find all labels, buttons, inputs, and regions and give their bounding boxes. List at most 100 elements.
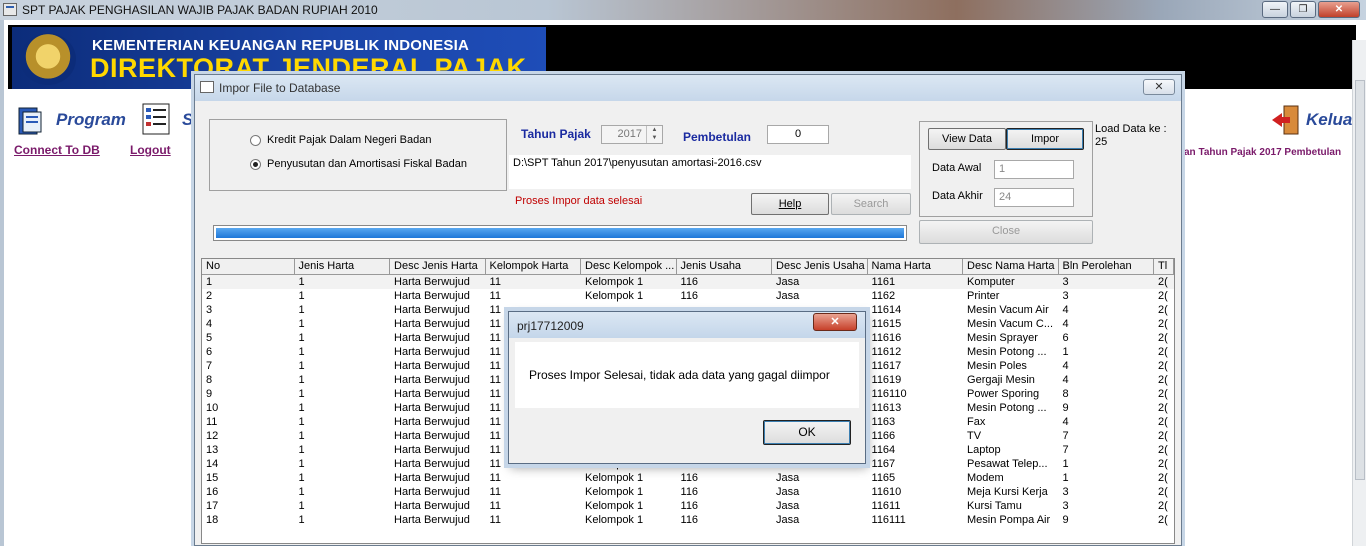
table-cell: 1 xyxy=(298,500,305,512)
table-cell: 2( xyxy=(1158,388,1168,400)
table-cell: 7 xyxy=(1062,430,1069,442)
setup-menu[interactable]: S xyxy=(182,110,193,130)
radio-penyusutan[interactable]: Penyusutan dan Amortisasi Fiskal Badan xyxy=(250,158,467,170)
table-cell: 4 xyxy=(1062,360,1069,372)
view-data-button[interactable]: View Data xyxy=(928,128,1006,150)
table-cell: Mesin Vacum Air xyxy=(967,304,1049,316)
data-akhir-field[interactable]: 24 xyxy=(994,188,1074,207)
close-dialog-button[interactable]: Close xyxy=(919,220,1093,244)
table-cell: 116 xyxy=(680,486,699,498)
table-cell: Meja Kursi Kerja xyxy=(967,486,1048,498)
table-cell: Harta Berwujud xyxy=(394,332,470,344)
table-row[interactable]: 18 1 Harta Berwujud 11 Kelompok 1 116 Jasa 1161… xyxy=(202,513,1174,527)
close-button[interactable]: ✕ xyxy=(1318,1,1360,18)
table-cell: Pesawat Telep... xyxy=(967,458,1048,470)
program-menu[interactable]: Program xyxy=(56,110,126,130)
exit-icon[interactable] xyxy=(1270,104,1302,136)
dialog-close-icon[interactable]: ✕ xyxy=(1143,79,1175,95)
table-cell: Kelompok 1 xyxy=(585,290,644,302)
table-cell: 1167 xyxy=(871,458,896,470)
table-cell: Harta Berwujud xyxy=(394,290,470,302)
table-cell: Laptop xyxy=(967,444,1001,456)
grid-column-header[interactable]: Bln Perolehan xyxy=(1059,259,1155,274)
maximize-button[interactable]: ❐ xyxy=(1290,1,1316,18)
grid-column-header[interactable]: No xyxy=(202,259,295,274)
scrollbar-thumb[interactable] xyxy=(1355,80,1365,480)
impor-button[interactable]: Impor xyxy=(1006,128,1084,150)
radio-kredit-indicator[interactable] xyxy=(250,134,261,146)
grid-column-header[interactable]: Desc Jenis Usaha xyxy=(772,259,868,274)
ministry-name: KEMENTERIAN KEUANGAN REPUBLIK INDONESIA xyxy=(92,37,469,54)
grid-column-header[interactable]: Desc Kelompok ... xyxy=(581,259,677,274)
table-cell: 9 xyxy=(1062,402,1069,414)
tax-year-status: an Tahun Pajak 2017 Pembetulan xyxy=(1184,147,1342,158)
help-button[interactable]: Help xyxy=(751,193,829,215)
dialog-title: Impor File to Database xyxy=(219,81,341,95)
grid-column-header[interactable]: Kelompok Harta xyxy=(486,259,582,274)
connect-to-db-link[interactable]: Connect To DB xyxy=(14,143,100,157)
table-row[interactable]: 1 1 Harta Berwujud 11 Kelompok 1 116 Jasa 1161 K… xyxy=(202,275,1174,289)
radio-penyusutan-indicator[interactable] xyxy=(250,158,261,170)
setup-icon[interactable] xyxy=(140,102,174,136)
table-cell: Mesin Poles xyxy=(967,360,1027,372)
table-cell: 2( xyxy=(1158,472,1168,484)
grid-column-header[interactable]: Desc Nama Harta xyxy=(963,259,1059,274)
table-cell: 1 xyxy=(298,374,305,386)
table-cell: Kelompok 1 xyxy=(585,486,644,498)
table-cell: Harta Berwujud xyxy=(394,276,470,288)
table-cell: 11612 xyxy=(871,346,902,358)
table-cell: 11610 xyxy=(871,486,902,498)
grid-column-header[interactable]: Jenis Harta xyxy=(295,259,391,274)
table-row[interactable]: 2 1 Harta Berwujud 11 Kelompok 1 116 Jasa 1162 P… xyxy=(202,289,1174,303)
radio-kredit-pajak[interactable]: Kredit Pajak Dalam Negeri Badan xyxy=(250,134,431,146)
table-cell: 11 xyxy=(206,416,218,428)
table-cell: Mesin Vacum C... xyxy=(967,318,1054,330)
exit-menu[interactable]: Kelua xyxy=(1306,110,1352,130)
table-cell: Harta Berwujud xyxy=(394,486,470,498)
table-row[interactable]: 16 1 Harta Berwujud 11 Kelompok 1 116 Jasa 1161… xyxy=(202,485,1174,499)
table-cell: 14 xyxy=(206,458,219,470)
ok-button[interactable]: OK xyxy=(763,420,851,445)
table-cell: 2( xyxy=(1158,514,1168,526)
dialog-icon xyxy=(200,81,214,93)
table-cell: Harta Berwujud xyxy=(394,318,470,330)
grid-column-header[interactable]: Desc Jenis Harta xyxy=(390,259,486,274)
table-cell: Harta Berwujud xyxy=(394,430,470,442)
message-box: prj17712009 ✕ Proses Impor Selesai, tida… xyxy=(508,311,866,464)
spin-up-icon[interactable]: ▲ xyxy=(647,126,662,134)
grid-column-header[interactable]: Nama Harta xyxy=(868,259,964,274)
table-cell: 2( xyxy=(1158,290,1168,302)
table-cell: 11614 xyxy=(871,304,902,316)
page-scrollbar[interactable] xyxy=(1352,40,1366,546)
data-awal-field[interactable]: 1 xyxy=(994,160,1074,179)
table-row[interactable]: 15 1 Harta Berwujud 11 Kelompok 1 116 Jasa 1165… xyxy=(202,471,1174,485)
program-icon[interactable] xyxy=(16,104,50,138)
table-cell: 1 xyxy=(1062,346,1069,358)
grid-column-header[interactable]: Jenis Usaha xyxy=(677,259,773,274)
table-cell: 4 xyxy=(206,318,213,330)
pembetulan-label: Pembetulan xyxy=(683,130,752,144)
grid-column-header[interactable]: Tl xyxy=(1154,259,1174,274)
table-cell: Kelompok 1 xyxy=(585,472,644,484)
tahun-pajak-spinner[interactable]: 2017 ▲ ▼ xyxy=(601,125,663,144)
table-cell: 116 xyxy=(680,290,699,302)
table-cell: 8 xyxy=(1062,388,1069,400)
spin-down-icon[interactable]: ▼ xyxy=(647,134,662,142)
table-cell: 11613 xyxy=(871,402,902,414)
table-cell: Harta Berwujud xyxy=(394,472,470,484)
table-cell: 4 xyxy=(1062,416,1069,428)
search-button[interactable]: Search xyxy=(831,193,911,215)
tahun-pajak-label: Tahun Pajak xyxy=(521,127,591,141)
pembetulan-field[interactable]: 0 xyxy=(767,125,829,144)
table-row[interactable]: 17 1 Harta Berwujud 11 Kelompok 1 116 Jasa 1161… xyxy=(202,499,1174,513)
message-close-icon[interactable]: ✕ xyxy=(813,313,857,331)
table-cell: 2( xyxy=(1158,374,1168,386)
table-cell: 2( xyxy=(1158,500,1168,512)
table-cell: Harta Berwujud xyxy=(394,388,470,400)
table-cell: Harta Berwujud xyxy=(394,360,470,372)
table-cell: 13 xyxy=(206,444,219,456)
tahun-pajak-value: 2017 xyxy=(617,128,642,140)
table-cell: 1 xyxy=(298,430,305,442)
logout-link[interactable]: Logout xyxy=(130,143,171,157)
minimize-button[interactable]: — xyxy=(1262,1,1288,18)
